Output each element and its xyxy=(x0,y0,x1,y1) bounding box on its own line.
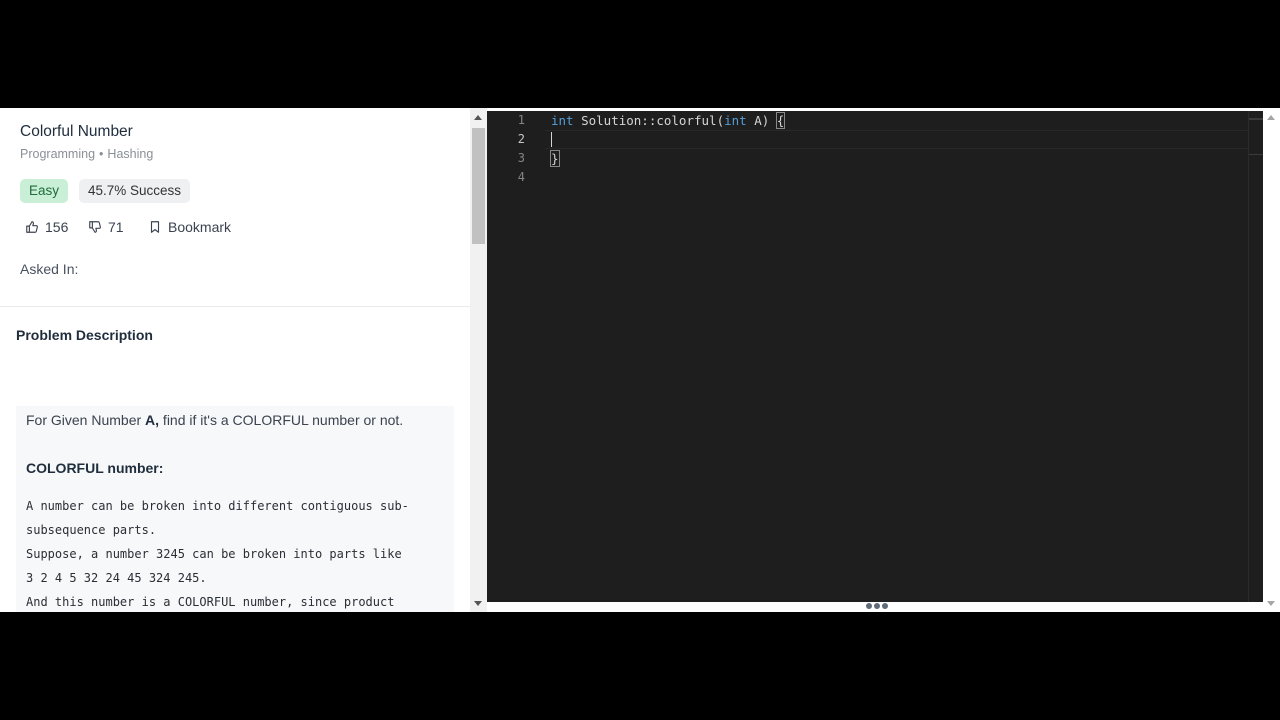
upvote-count: 156 xyxy=(45,219,69,235)
handle-dot xyxy=(882,603,888,609)
intro-text-end: find if it's a COLORFUL number or not. xyxy=(159,412,404,428)
scrollbar-marker xyxy=(1249,118,1263,120)
code-line: And this number is a COLORFUL number, si… xyxy=(26,595,395,609)
downvote-count: 71 xyxy=(108,219,124,235)
problem-panel-scrollbar[interactable] xyxy=(470,108,487,612)
bookmark-button[interactable]: Bookmark xyxy=(148,219,231,235)
asked-in-label: Asked In: xyxy=(20,261,79,277)
code-line: Suppose, a number 3245 can be broken int… xyxy=(26,547,402,561)
intro-variable: A, xyxy=(145,412,160,428)
current-line-highlight xyxy=(545,130,1263,149)
scroll-up-arrow-icon[interactable] xyxy=(1267,115,1275,120)
line-number: 1 xyxy=(517,113,525,127)
scrollbar-marker xyxy=(1249,154,1263,155)
problem-description-box: For Given Number A, find if it's a COLOR… xyxy=(16,406,454,612)
problem-description-heading: Problem Description xyxy=(16,327,153,343)
scroll-up-arrow-icon[interactable] xyxy=(474,115,482,120)
text-cursor xyxy=(551,132,552,147)
problem-title: Colorful Number xyxy=(20,123,133,140)
breadcrumb: Programming • Hashing xyxy=(20,147,153,161)
code-editor[interactable]: 1 2 3 4 int Solution::colorful(int A) { … xyxy=(487,111,1263,602)
scrollbar-thumb[interactable] xyxy=(472,128,485,244)
code-token: A) xyxy=(746,113,777,128)
editor-scrollbar[interactable] xyxy=(1248,111,1263,602)
upvote-button[interactable]: 156 xyxy=(25,219,68,235)
bookmark-label: Bookmark xyxy=(168,219,232,235)
matched-brace: } xyxy=(550,150,560,167)
thumbs-up-icon xyxy=(26,221,38,233)
success-rate-badge: 45.7% Success xyxy=(79,179,191,203)
description-code-block: A number can be broken into different co… xyxy=(26,494,446,612)
difficulty-badge: Easy xyxy=(20,179,69,203)
thumbs-down-icon xyxy=(89,221,101,233)
code-line: A number can be broken into different co… xyxy=(26,499,409,513)
code-line: 3 2 4 5 32 24 45 324 245. xyxy=(26,571,207,585)
colorful-number-heading: COLORFUL number: xyxy=(26,460,164,476)
breadcrumb-category[interactable]: Programming xyxy=(20,147,95,161)
line-number: 3 xyxy=(517,151,525,165)
scroll-down-arrow-icon[interactable] xyxy=(1267,601,1275,606)
code-token: Solution::colorful( xyxy=(573,113,725,128)
bookmark-icon xyxy=(150,221,160,233)
code-line: subsequence parts. xyxy=(26,523,157,537)
intro-text: For Given Number xyxy=(26,412,146,428)
code-line-3[interactable]: } xyxy=(550,149,560,168)
bullet-separator: • xyxy=(99,147,104,161)
matched-brace: { xyxy=(775,112,786,129)
keyword: int xyxy=(551,113,574,128)
breadcrumb-topic[interactable]: Hashing xyxy=(107,147,153,161)
drag-handle-icon[interactable] xyxy=(866,603,888,609)
handle-dot xyxy=(874,603,880,609)
handle-dot xyxy=(866,603,872,609)
line-number-active: 2 xyxy=(517,132,525,146)
description-intro: For Given Number A, find if it's a COLOR… xyxy=(26,412,403,428)
scroll-down-arrow-icon[interactable] xyxy=(474,601,482,606)
line-number-gutter: 1 2 3 4 xyxy=(487,111,545,602)
problem-panel: Colorful Number Programming • Hashing Easy… xyxy=(0,108,470,612)
code-line-1[interactable]: int Solution::colorful(int A) { xyxy=(551,111,786,130)
page-scrollbar[interactable] xyxy=(1263,108,1280,612)
keyword: int xyxy=(724,113,747,128)
app-window: Colorful Number Programming • Hashing Easy… xyxy=(0,108,1280,612)
downvote-button[interactable]: 71 xyxy=(88,219,124,235)
line-number: 4 xyxy=(517,170,525,184)
divider xyxy=(0,306,470,307)
